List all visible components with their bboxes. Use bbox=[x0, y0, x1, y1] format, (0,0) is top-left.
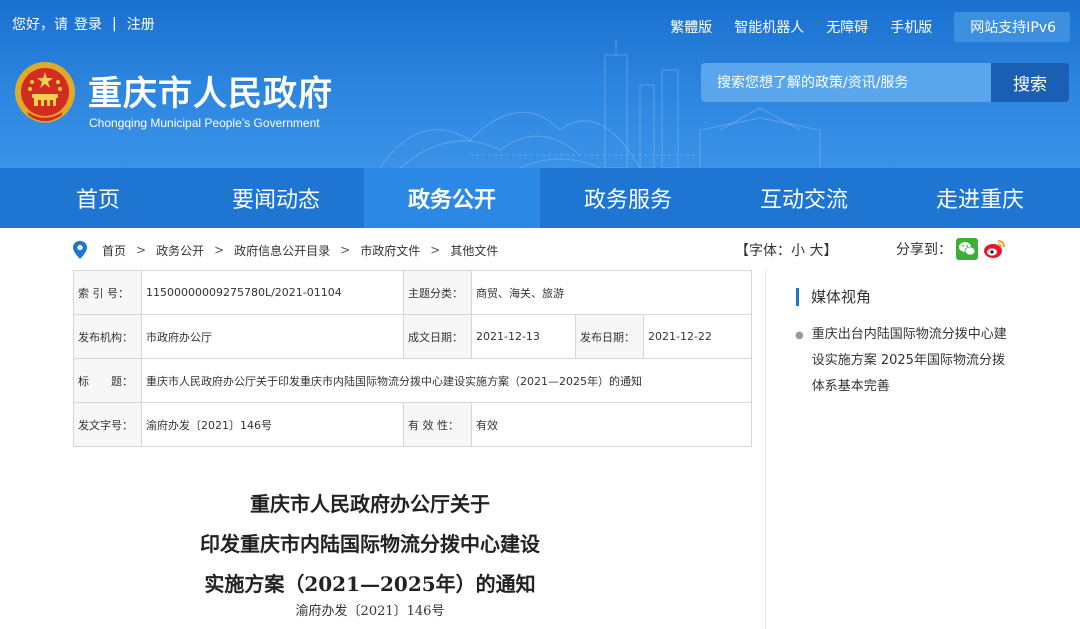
table-row: 发文字号： 渝府办发〔2021〕146号 有 效 性： 有效 bbox=[73, 402, 752, 447]
sidebar-title: 媒体视角 bbox=[796, 288, 871, 306]
breadcrumb-government-affairs[interactable]: 政务公开 bbox=[156, 242, 204, 259]
location-pin-icon bbox=[73, 241, 87, 259]
ipv6-badge: 网站支持IPv6 bbox=[954, 12, 1070, 42]
traditional-chinese-link[interactable]: 繁體版 bbox=[670, 17, 712, 37]
nav-home[interactable]: 首页 bbox=[0, 168, 188, 228]
release-date-value: 2021-12-22 bbox=[643, 314, 752, 359]
smart-robot-link[interactable]: 智能机器人 bbox=[734, 17, 804, 37]
site-header: 您好，请 登录 | 注册 繁體版 智能机器人 无障碍 手机版 网站支持IPv6 … bbox=[0, 0, 1080, 168]
publisher-label: 发布机构： bbox=[73, 314, 142, 359]
share-area: 分享到： bbox=[896, 238, 1006, 260]
mobile-version-link[interactable]: 手机版 bbox=[890, 17, 932, 37]
search-box bbox=[701, 63, 991, 102]
document-number-value: 渝府办发〔2021〕146号 bbox=[141, 402, 404, 447]
site-title-english: Chongqing Municipal People’s Government bbox=[89, 116, 320, 130]
top-bar: 您好，请 登录 | 注册 繁體版 智能机器人 无障碍 手机版 网站支持IPv6 bbox=[0, 0, 1080, 46]
bullet-icon: ● bbox=[795, 330, 804, 341]
breadcrumb: 首页 > 政务公开 > 政府信息公开目录 > 市政府文件 > 其他文件 bbox=[72, 240, 498, 260]
release-date-label: 发布日期： bbox=[575, 314, 644, 359]
site-title: 重庆市人民政府 bbox=[88, 74, 333, 114]
font-size-control[interactable]: 【字体：小 大】 bbox=[735, 240, 837, 260]
document-info-table: 索 引 号： 11500000009275780L/2021-01104 主题分… bbox=[73, 270, 752, 447]
document-title-line: 实施方案（2021—2025年）的通知 bbox=[204, 572, 536, 596]
breadcrumb-municipal-documents[interactable]: 市政府文件 bbox=[360, 242, 420, 259]
nav-news[interactable]: 要闻动态 bbox=[188, 168, 364, 228]
index-number-value: 11500000009275780L/2021-01104 bbox=[141, 270, 404, 315]
search-input[interactable] bbox=[701, 63, 991, 102]
login-area: 您好，请 登录 | 注册 bbox=[12, 14, 155, 34]
search-button[interactable]: 搜索 bbox=[991, 63, 1069, 102]
index-number-label: 索 引 号： bbox=[73, 270, 142, 315]
national-emblem-logo[interactable] bbox=[12, 58, 78, 130]
document-number-label: 发文字号： bbox=[73, 402, 142, 447]
top-links: 繁體版 智能机器人 无障碍 手机版 网站支持IPv6 bbox=[670, 12, 1080, 42]
written-date-label: 成文日期： bbox=[403, 314, 472, 359]
title-value: 重庆市人民政府办公厅关于印发重庆市内陆国际物流分拨中心建设实施方案（2021—2… bbox=[141, 358, 752, 403]
breadcrumb-disclosure-catalog[interactable]: 政府信息公开目录 bbox=[234, 242, 330, 259]
login-link[interactable]: 登录 bbox=[74, 14, 102, 34]
topic-label: 主题分类： bbox=[403, 270, 472, 315]
title-label: 标 题： bbox=[73, 358, 142, 403]
nav-interaction[interactable]: 互动交流 bbox=[716, 168, 892, 228]
sidebar-divider bbox=[765, 270, 766, 629]
sidebar-news-link[interactable]: 重庆出台内陆国际物流分拨中心建设实施方案 2025年国际物流分拨体系基本完善 bbox=[812, 322, 1015, 400]
separator: | bbox=[112, 16, 117, 32]
chevron-right-icon: > bbox=[214, 243, 225, 257]
document-number: 渝府办发〔2021〕146号 bbox=[295, 604, 445, 619]
greeting-text: 您好，请 bbox=[12, 17, 68, 33]
share-label: 分享到： bbox=[896, 242, 952, 258]
accessibility-link[interactable]: 无障碍 bbox=[826, 17, 868, 37]
document-title-line: 印发重庆市内陆国际物流分拨中心建设 bbox=[200, 532, 540, 556]
register-link[interactable]: 注册 bbox=[127, 14, 155, 34]
sidebar-news-item[interactable]: ● 重庆出台内陆国际物流分拨中心建设实施方案 2025年国际物流分拨体系基本完善 bbox=[795, 322, 1015, 400]
validity-value: 有效 bbox=[471, 402, 752, 447]
breadcrumb-other-documents[interactable]: 其他文件 bbox=[450, 242, 498, 259]
topic-value: 商贸、海关、旅游 bbox=[471, 270, 752, 315]
document-title-line: 重庆市人民政府办公厅关于 bbox=[250, 492, 490, 516]
table-row: 发布机构： 市政府办公厅 成文日期： 2021-12-13 发布日期： 2021… bbox=[73, 314, 752, 359]
nav-about-chongqing[interactable]: 走进重庆 bbox=[892, 168, 1068, 228]
publisher-value: 市政府办公厅 bbox=[141, 314, 404, 359]
weibo-icon[interactable] bbox=[982, 238, 1006, 260]
chevron-right-icon: > bbox=[430, 243, 441, 257]
nav-government-services[interactable]: 政务服务 bbox=[540, 168, 716, 228]
chevron-right-icon: > bbox=[340, 243, 351, 257]
validity-label: 有 效 性： bbox=[403, 402, 472, 447]
written-date-value: 2021-12-13 bbox=[471, 314, 576, 359]
breadcrumb-home[interactable]: 首页 bbox=[102, 242, 126, 259]
chevron-right-icon: > bbox=[136, 243, 147, 257]
nav-government-affairs-public[interactable]: 政务公开 bbox=[364, 168, 540, 228]
wechat-icon[interactable] bbox=[956, 238, 978, 260]
table-row: 索 引 号： 11500000009275780L/2021-01104 主题分… bbox=[73, 270, 752, 315]
document-title: 重庆市人民政府办公厅关于 印发重庆市内陆国际物流分拨中心建设 实施方案（2021… bbox=[120, 484, 620, 604]
table-row: 标 题： 重庆市人民政府办公厅关于印发重庆市内陆国际物流分拨中心建设实施方案（2… bbox=[73, 358, 752, 403]
main-nav: 首页 要闻动态 政务公开 政务服务 互动交流 走进重庆 bbox=[0, 168, 1080, 228]
